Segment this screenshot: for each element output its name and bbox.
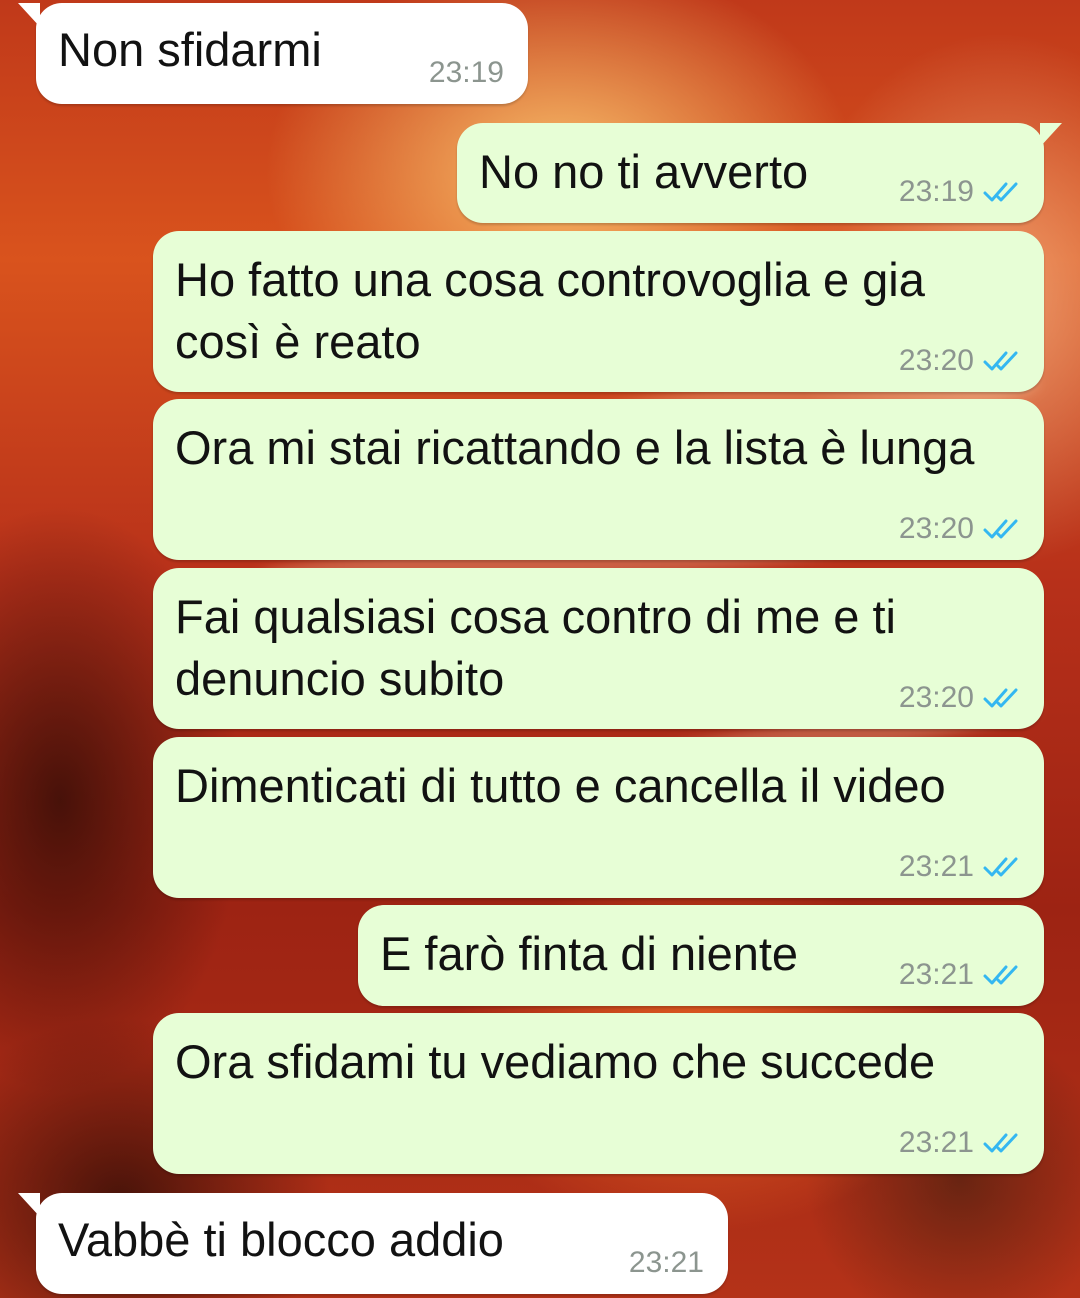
read-double-tick-icon <box>983 857 1018 877</box>
read-double-tick-icon <box>983 688 1018 708</box>
message-meta: 23:21 <box>899 850 1022 884</box>
message-time: 23:20 <box>898 344 974 377</box>
message-time: 23:21 <box>898 850 974 883</box>
message-text: Fai qualsiasi cosa contro di me e ti den… <box>175 590 910 705</box>
read-double-tick-icon <box>983 1133 1018 1153</box>
outgoing-message[interactable]: Ora sfidami tu vediamo che succede 23:21 <box>153 1013 1044 1174</box>
incoming-message[interactable]: Vabbè ti blocco addio 23:21 <box>36 1193 728 1294</box>
outgoing-message[interactable]: Fai qualsiasi cosa contro di me e ti den… <box>153 568 1044 729</box>
bubble-tail <box>18 3 40 27</box>
message-time: 23:20 <box>898 512 974 545</box>
message-text: Ho fatto una cosa controvoglia e gia cos… <box>175 253 938 368</box>
read-double-tick-icon <box>983 519 1018 539</box>
message-meta: 23:19 <box>899 175 1022 209</box>
message-time: 23:21 <box>628 1246 704 1279</box>
message-meta: 23:19 <box>429 56 504 90</box>
message-text: Ora mi stai ricattando e la lista è lung… <box>175 421 975 474</box>
message-meta: 23:20 <box>899 344 1022 378</box>
outgoing-message[interactable]: Ora mi stai ricattando e la lista è lung… <box>153 399 1044 560</box>
message-text: Ora sfidami tu vediamo che succede <box>175 1035 936 1088</box>
outgoing-message[interactable]: Ho fatto una cosa controvoglia e gia cos… <box>153 231 1044 392</box>
message-meta: 23:21 <box>899 1126 1022 1160</box>
message-time: 23:20 <box>898 681 974 714</box>
outgoing-message[interactable]: No no ti avverto 23:19 <box>457 123 1044 223</box>
message-meta: 23:20 <box>899 512 1022 546</box>
message-text: Dimenticati di tutto e cancella il video <box>175 759 946 812</box>
message-time: 23:19 <box>898 175 974 208</box>
read-double-tick-icon <box>983 182 1018 202</box>
message-meta: 23:21 <box>629 1246 704 1280</box>
message-text: Vabbè ti blocco addio <box>58 1213 504 1266</box>
message-list[interactable]: Non sfidarmi 23:19 No no ti avverto 23:1… <box>0 0 1080 1298</box>
bubble-tail <box>1040 123 1062 147</box>
message-time: 23:21 <box>898 1126 974 1159</box>
message-time: 23:21 <box>898 958 974 991</box>
incoming-message[interactable]: Non sfidarmi 23:19 <box>36 3 528 104</box>
message-meta: 23:20 <box>899 681 1022 715</box>
message-time: 23:19 <box>428 56 504 89</box>
outgoing-message[interactable]: E farò finta di niente 23:21 <box>358 905 1044 1006</box>
outgoing-message[interactable]: Dimenticati di tutto e cancella il video… <box>153 737 1044 898</box>
read-double-tick-icon <box>983 351 1018 371</box>
read-double-tick-icon <box>983 965 1018 985</box>
bubble-tail <box>18 1193 40 1217</box>
message-meta: 23:21 <box>899 958 1022 992</box>
